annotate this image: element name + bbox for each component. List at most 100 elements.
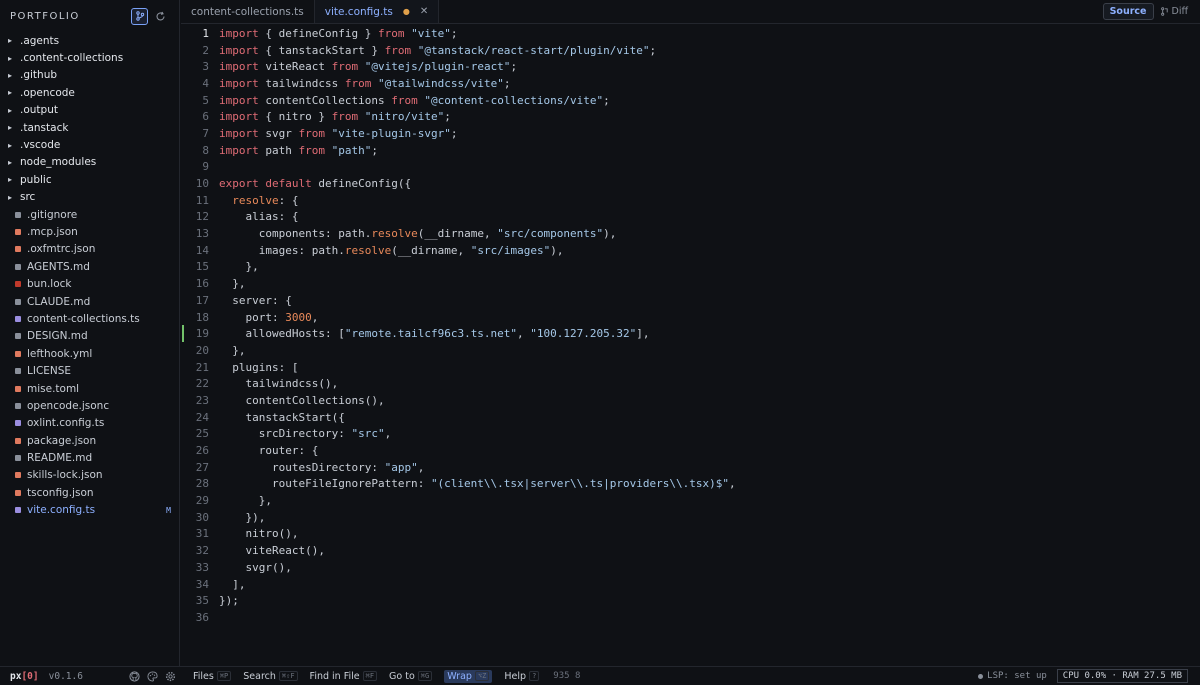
code-line: 34 ], — [181, 576, 1200, 593]
file-item[interactable]: LICENSE — [0, 362, 179, 379]
code-lines: 1 import { defineConfig } from "vite"; 2 im… — [181, 24, 1200, 626]
file-item[interactable]: .gitignore — [0, 206, 179, 223]
line-number: 1 — [202, 26, 209, 40]
github-icon[interactable] — [129, 670, 140, 682]
tab-content-collections[interactable]: content-collections.ts — [181, 0, 315, 23]
file-item[interactable]: AGENTS.md — [0, 258, 179, 275]
lsp-status[interactable]: LSP: set up — [978, 671, 1047, 681]
refresh-icon — [156, 11, 165, 20]
file-item[interactable]: README.md — [0, 449, 179, 466]
command-files[interactable]: Files ⌘P — [193, 671, 232, 682]
lsp-status-dot-icon — [978, 673, 984, 679]
folder-item[interactable]: ▸ .github — [0, 67, 179, 84]
code-line: 26 router: { — [181, 442, 1200, 459]
brand-name: px — [10, 670, 22, 682]
folder-item[interactable]: ▸ src — [0, 189, 179, 206]
file-item[interactable]: .mcp.json — [0, 223, 179, 240]
file-item[interactable]: oxlint.config.ts — [0, 415, 179, 432]
code-line: 4 import tailwindcss from "@tailwindcss/v… — [181, 75, 1200, 92]
tree-item-label: AGENTS.md — [27, 260, 90, 273]
file-item[interactable]: mise.toml — [0, 380, 179, 397]
source-button[interactable]: Source — [1102, 3, 1154, 20]
file-item[interactable]: content-collections.ts — [0, 310, 179, 327]
shortcut-key: ⌘P — [216, 671, 232, 681]
command-wrap[interactable]: Wrap ⌥Z — [444, 669, 493, 683]
tree-item-label: package.json — [27, 434, 97, 447]
line-number: 30 — [195, 510, 209, 524]
folder-item[interactable]: ▸ .tanstack — [0, 119, 179, 136]
line-number: 4 — [202, 76, 209, 90]
tree-item-label: content-collections.ts — [27, 312, 140, 325]
line-text: router: { — [258, 444, 319, 458]
file-item[interactable]: skills-lock.json — [0, 467, 179, 484]
line-number: 24 — [195, 410, 209, 424]
line-text: routesDirectory: "app", — [271, 460, 425, 474]
command-find-in-file[interactable]: Find in File ⌘F — [310, 671, 378, 682]
tree-item-label: CLAUDE.md — [27, 295, 91, 308]
code-line: 15 }, — [181, 259, 1200, 276]
line-text: import { defineConfig } from "vite"; — [219, 26, 458, 40]
line-text: }, — [232, 343, 246, 357]
code-line: 14 images: path.resolve(__dirname, "src/… — [181, 242, 1200, 259]
command-search[interactable]: Search ⌘⇧F — [243, 671, 298, 682]
chevron-right-icon: ▸ — [8, 105, 13, 115]
command-help[interactable]: Help? — [504, 671, 540, 682]
git-branch-icon — [135, 11, 144, 21]
code-line: 25 srcDirectory: "src", — [181, 426, 1200, 443]
tree-item-label: skills-lock.json — [27, 469, 103, 482]
settings-icon[interactable] — [165, 671, 176, 682]
file-item[interactable]: CLAUDE.md — [0, 293, 179, 310]
file-item[interactable]: opencode.jsonc — [0, 397, 179, 414]
palette-icon[interactable] — [147, 670, 158, 682]
file-item[interactable]: package.json — [0, 432, 179, 449]
file-tree: ▸ .agents ▸ .content-collections ▸ .github ▸ .o… — [0, 32, 179, 519]
folder-item[interactable]: ▸ node_modules — [0, 154, 179, 171]
file-type-icon — [15, 385, 21, 392]
code-line: 18 port: 3000, — [181, 309, 1200, 326]
code-line: 7 import svgr from "vite-plugin-svgr"; — [181, 125, 1200, 142]
folder-item[interactable]: ▸ .agents — [0, 32, 179, 49]
git-branch-button[interactable] — [131, 7, 148, 25]
shortcut-key: ⌥Z — [474, 671, 490, 681]
file-item[interactable]: .oxfmtrc.json — [0, 241, 179, 258]
folder-item[interactable]: ▸ public — [0, 171, 179, 188]
code-line: 27 routesDirectory: "app", — [181, 459, 1200, 476]
diff-button[interactable]: Diff — [1154, 3, 1195, 20]
tree-item-label: node_modules — [20, 156, 97, 169]
line-number: 16 — [195, 277, 209, 291]
file-item[interactable]: DESIGN.md — [0, 328, 179, 345]
lsp-label: LSP: set up — [987, 671, 1047, 681]
file-item[interactable]: tsconfig.json — [0, 484, 179, 501]
file-item[interactable]: bun.lock — [0, 275, 179, 292]
code-editor[interactable]: 1 import { defineConfig } from "vite"; 2 im… — [181, 24, 1200, 666]
file-type-icon — [15, 281, 21, 288]
refresh-button[interactable] — [152, 8, 169, 25]
code-line: 11 resolve: { — [181, 192, 1200, 209]
line-text: resolve: { — [232, 193, 299, 207]
file-type-icon — [15, 437, 21, 444]
file-item[interactable]: vite.config.ts M — [0, 502, 179, 519]
file-type-icon — [15, 350, 21, 357]
folder-item[interactable]: ▸ .vscode — [0, 136, 179, 153]
folder-item[interactable]: ▸ .output — [0, 102, 179, 119]
folder-item[interactable]: ▸ .opencode — [0, 84, 179, 101]
git-diff-icon — [1160, 7, 1168, 16]
cursor-counts: 935 8 — [553, 671, 581, 681]
line-text: plugins: [ — [232, 360, 299, 374]
line-number: 27 — [195, 460, 209, 474]
command-hints: Files ⌘P Search ⌘⇧F Find in File ⌘F Go to ⌘G Wra… — [176, 669, 540, 683]
code-line: 33 svgr(), — [181, 559, 1200, 576]
code-line: 12 alias: { — [181, 209, 1200, 226]
file-item[interactable]: lefthook.yml — [0, 345, 179, 362]
app-brand: px[0] — [0, 671, 39, 682]
folder-item[interactable]: ▸ .content-collections — [0, 49, 179, 66]
tab-vite-config[interactable]: vite.config.ts ● ✕ — [314, 0, 440, 23]
file-type-icon — [15, 507, 21, 514]
line-text: }), — [245, 510, 266, 524]
command-go-to[interactable]: Go to ⌘G — [389, 671, 433, 682]
code-line: 17 server: { — [181, 292, 1200, 309]
close-icon[interactable]: ✕ — [420, 6, 428, 17]
tree-item-label: .opencode — [20, 86, 75, 99]
line-text: srcDirectory: "src", — [258, 427, 392, 441]
chevron-right-icon: ▸ — [8, 140, 13, 150]
